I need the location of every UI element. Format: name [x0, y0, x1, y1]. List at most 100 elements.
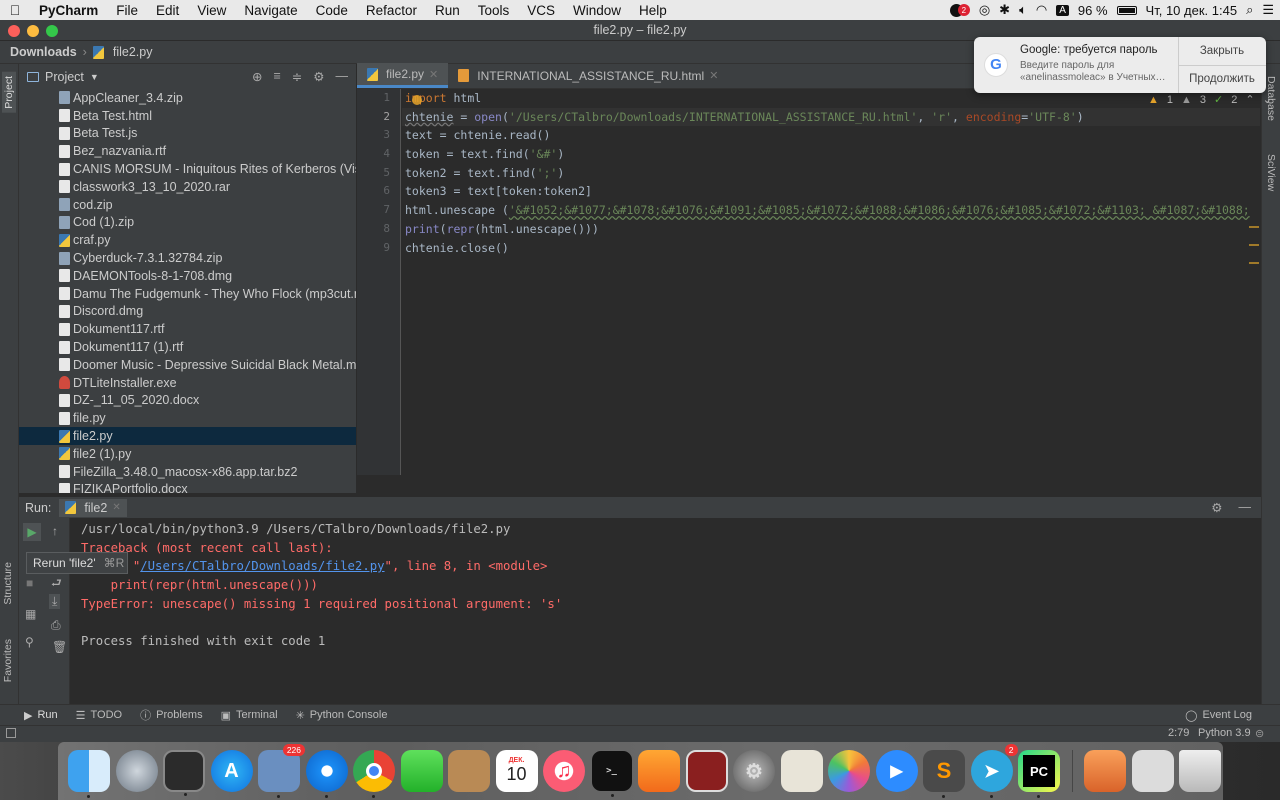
hide-panel-icon[interactable]: —: [336, 69, 349, 84]
preview-icon[interactable]: [780, 750, 823, 792]
run-config-tab[interactable]: file2 ✕: [59, 498, 127, 517]
error-stripe-mark[interactable]: [1249, 244, 1259, 246]
project-file-item[interactable]: Damu The Fudgemunk - They Who Flock (mp3…: [19, 285, 356, 303]
tool-tab-todo[interactable]: ☰ TODO: [76, 709, 122, 722]
battery-percent[interactable]: 96 %: [1078, 3, 1108, 18]
inspection-widget[interactable]: ▲ 1 ▲ 3 ✓ 2 ⌃ ⌄: [1148, 93, 1272, 107]
project-file-item[interactable]: AppCleaner_3.4.zip: [19, 89, 356, 107]
project-file-item[interactable]: FileZilla_3.48.0_macosx-x86.app.tar.bz2: [19, 463, 356, 481]
spotlight-icon[interactable]: ⌕: [1246, 2, 1253, 18]
project-file-item[interactable]: Discord.dmg: [19, 303, 356, 321]
project-file-item[interactable]: Dokument117.rtf: [19, 320, 356, 338]
contacts-icon[interactable]: [448, 750, 490, 792]
project-file-item[interactable]: Cyberduck-7.3.1.32784.zip: [19, 249, 356, 267]
trash-icon[interactable]: [1179, 750, 1221, 792]
close-tab-icon[interactable]: ✕: [709, 69, 718, 82]
launchpad-icon[interactable]: [115, 750, 158, 792]
tool-tab-python-console[interactable]: ✳ Python Console: [296, 709, 388, 722]
event-log-tab[interactable]: ◯ Event Log: [1185, 709, 1280, 722]
finder-icon[interactable]: [68, 750, 110, 798]
close-tab-icon[interactable]: ✕: [112, 502, 120, 513]
arrow-up-icon[interactable]: ↑: [52, 524, 58, 538]
accessibility-icon[interactable]: ◎: [979, 2, 990, 18]
menu-vcs[interactable]: VCS: [518, 3, 564, 18]
gear-icon[interactable]: ⚙: [1211, 500, 1222, 515]
menu-tools[interactable]: Tools: [469, 3, 519, 18]
zoom-window-button[interactable]: [46, 25, 58, 37]
battery-icon[interactable]: [1116, 5, 1137, 15]
wifi-icon[interactable]: ◠: [1036, 2, 1047, 18]
lightbulb-icon[interactable]: [412, 95, 422, 105]
menu-navigate[interactable]: Navigate: [235, 3, 306, 18]
project-view-selector[interactable]: Project: [45, 70, 84, 84]
pycharm-icon[interactable]: PC: [1018, 750, 1060, 798]
music-icon[interactable]: ♫: [543, 750, 585, 792]
caret-position[interactable]: 2:79: [1168, 727, 1189, 739]
photo-slideshow-icon[interactable]: [685, 750, 728, 792]
layout-icon[interactable]: ▦: [25, 607, 36, 621]
project-file-item[interactable]: DTLiteInstaller.exe: [19, 374, 356, 392]
breadcrumb-file[interactable]: file2.py: [113, 45, 153, 59]
project-file-item[interactable]: Beta Test.html: [19, 107, 356, 125]
close-tab-icon[interactable]: ✕: [429, 68, 438, 81]
notification-continue-button[interactable]: Продолжить: [1178, 66, 1266, 93]
photos-icon[interactable]: [828, 750, 870, 792]
photo-booth-icon[interactable]: [163, 750, 205, 796]
menu-file[interactable]: File: [107, 3, 147, 18]
books-icon[interactable]: [638, 750, 680, 792]
project-file-item[interactable]: DAEMONTools-8-1-708.dmg: [19, 267, 356, 285]
chevron-up-icon[interactable]: ⌃: [1245, 93, 1254, 106]
project-file-item[interactable]: Bez_nazvania.rtf: [19, 142, 356, 160]
traceback-file-link[interactable]: /Users/CTalbro/Downloads/file2.py: [140, 559, 384, 573]
chevron-down-icon[interactable]: ⌄: [1263, 93, 1272, 106]
menu-window[interactable]: Window: [564, 3, 630, 18]
notification-close-button[interactable]: Закрыть: [1178, 37, 1266, 65]
project-file-item[interactable]: Beta Test.js: [19, 125, 356, 143]
project-file-item[interactable]: DZ-_11_05_2020.docx: [19, 392, 356, 410]
stop-icon[interactable]: ■: [26, 576, 33, 590]
toggle-tool-windows-icon[interactable]: [6, 728, 16, 738]
error-stripe-mark[interactable]: [1249, 226, 1259, 228]
project-file-item[interactable]: Doomer Music - Depressive Suicidal Black…: [19, 356, 356, 374]
trash-icon[interactable]: 🗑︎: [52, 640, 67, 654]
breadcrumb-folder[interactable]: Downloads: [10, 45, 77, 59]
sciview-tool-tab[interactable]: SciView: [1265, 154, 1277, 191]
clock[interactable]: Чт, 10 дек. 1:45: [1146, 3, 1238, 18]
notification-badge-icon[interactable]: 2: [949, 3, 970, 17]
project-file-item[interactable]: file2.py: [19, 427, 356, 445]
zoom-icon[interactable]: ▶: [875, 750, 918, 792]
collapse-all-icon[interactable]: ≑: [292, 69, 302, 84]
code-editor[interactable]: import html chtenie = open('/Users/CTalb…: [402, 89, 1260, 475]
sublime-text-icon[interactable]: S: [923, 750, 965, 798]
menu-run[interactable]: Run: [426, 3, 469, 18]
menu-refactor[interactable]: Refactor: [357, 3, 426, 18]
tool-tab-problems[interactable]: ⓘ Problems: [140, 707, 202, 723]
project-file-item[interactable]: FIZIKAPortfolio.docx: [19, 481, 356, 493]
structure-tool-tab[interactable]: Structure: [2, 562, 14, 605]
project-file-item[interactable]: Dokument117 (1).rtf: [19, 338, 356, 356]
tool-tab-terminal[interactable]: ▣ Terminal: [221, 709, 278, 722]
project-file-item[interactable]: file.py: [19, 409, 356, 427]
menu-view[interactable]: View: [188, 3, 235, 18]
soft-wrap-icon[interactable]: ⮐: [51, 574, 62, 595]
input-source-icon[interactable]: A: [1056, 4, 1069, 16]
project-file-item[interactable]: cod.zip: [19, 196, 356, 214]
mail-icon[interactable]: 226: [258, 744, 305, 798]
tab-file2-py[interactable]: file2.py ✕: [357, 63, 449, 88]
chevron-down-icon[interactable]: ▼: [90, 72, 99, 82]
close-window-button[interactable]: [8, 25, 20, 37]
rerun-icon[interactable]: ▶: [23, 523, 41, 541]
volume-icon[interactable]: 🔈︎: [1019, 2, 1027, 18]
menu-code[interactable]: Code: [307, 3, 357, 18]
bluetooth-icon[interactable]: ✱: [999, 2, 1010, 18]
app-menu[interactable]: PyCharm: [30, 3, 107, 18]
favorites-tool-tab[interactable]: Favorites: [2, 639, 14, 682]
expand-all-icon[interactable]: ≡: [274, 69, 281, 84]
project-file-item[interactable]: CANIS MORSUM - Iniquitous Rites of Kerbe…: [19, 160, 356, 178]
project-tool-tab[interactable]: Project: [2, 72, 16, 113]
pin-icon[interactable]: ⚲: [25, 635, 34, 649]
notification-center-icon[interactable]: ☰: [1262, 2, 1274, 18]
telegram-icon[interactable]: ➤ 2: [970, 744, 1018, 798]
project-file-item[interactable]: Cod (1).zip: [19, 214, 356, 232]
interpreter-selector[interactable]: Python 3.9: [1198, 727, 1251, 739]
